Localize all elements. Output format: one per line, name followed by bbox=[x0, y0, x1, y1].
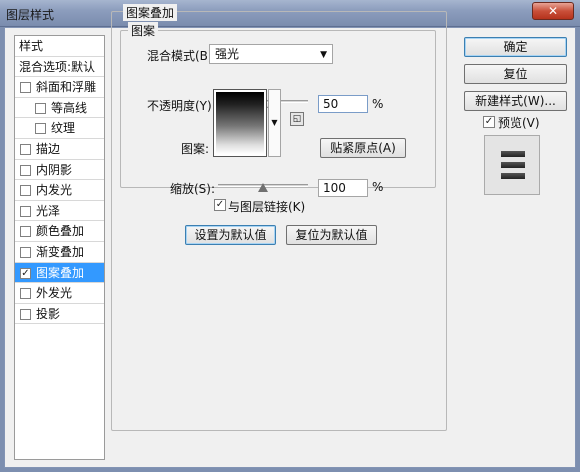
checkmark-icon: ✓ bbox=[215, 199, 225, 210]
new-preset-button[interactable]: ◱ bbox=[290, 112, 304, 126]
style-preview bbox=[484, 135, 540, 195]
preview-bar bbox=[501, 151, 525, 157]
blend-mode-label: 混合模式(B): bbox=[147, 49, 217, 63]
style-item-checkbox[interactable] bbox=[35, 123, 46, 135]
window-title: 图层样式 bbox=[6, 8, 55, 22]
style-item-checkbox[interactable] bbox=[20, 164, 31, 176]
style-item[interactable]: 投影 bbox=[15, 304, 104, 325]
style-item[interactable]: 等高线 bbox=[15, 98, 104, 119]
new-style-button[interactable]: 新建样式(W)... bbox=[464, 91, 567, 111]
style-item[interactable]: 外发光 bbox=[15, 283, 104, 304]
style-item[interactable]: 斜面和浮雕 bbox=[15, 77, 104, 98]
style-item-checkbox[interactable] bbox=[20, 308, 31, 320]
style-item-label: 内阴影 bbox=[36, 162, 73, 177]
style-item-label: 投影 bbox=[36, 306, 61, 321]
style-item[interactable]: 光泽 bbox=[15, 201, 104, 222]
style-item[interactable]: 内发光 bbox=[15, 180, 104, 201]
style-item-checkbox[interactable] bbox=[20, 143, 31, 155]
opacity-input[interactable]: 50 bbox=[318, 95, 368, 113]
scale-input[interactable]: 100 bbox=[318, 179, 368, 197]
preview-label: 预览(V) bbox=[498, 116, 540, 130]
pattern-swatch bbox=[216, 92, 264, 154]
style-item[interactable]: ✓ 图案叠加 bbox=[15, 262, 104, 284]
pattern-dropdown-button[interactable]: ▼ bbox=[268, 89, 281, 157]
style-item[interactable]: 内阴影 bbox=[15, 160, 104, 181]
pattern-picker[interactable] bbox=[213, 89, 267, 157]
style-item-checkbox[interactable] bbox=[35, 102, 46, 114]
checkmark-icon: ✓ bbox=[484, 116, 494, 127]
reset-button[interactable]: 复位 bbox=[464, 64, 567, 84]
style-item-label: 斜面和浮雕 bbox=[36, 80, 97, 95]
preview-bar bbox=[501, 162, 525, 168]
style-item-label: 样式 bbox=[19, 39, 44, 53]
style-item-checkbox[interactable] bbox=[20, 82, 31, 94]
chevron-down-icon: ▼ bbox=[320, 50, 327, 60]
style-item-label: 纹理 bbox=[51, 121, 76, 136]
style-item-label: 等高线 bbox=[51, 100, 88, 115]
group-title: 图案叠加 bbox=[123, 4, 178, 21]
style-item-label: 图案叠加 bbox=[36, 265, 85, 280]
inner-group-title: 图案 bbox=[128, 22, 159, 39]
style-item-label: 颜色叠加 bbox=[36, 224, 85, 239]
style-item-label: 光泽 bbox=[36, 203, 61, 218]
ok-button[interactable]: 确定 bbox=[464, 37, 567, 57]
style-item-checkbox[interactable] bbox=[20, 185, 31, 197]
scale-slider-thumb[interactable] bbox=[258, 183, 268, 192]
style-item-label: 内发光 bbox=[36, 183, 73, 198]
style-item-checkbox[interactable] bbox=[20, 226, 31, 238]
scale-percent: % bbox=[372, 180, 384, 194]
blend-mode-value: 强光 bbox=[215, 47, 240, 61]
preview-checkbox[interactable]: ✓ bbox=[483, 116, 495, 128]
scale-label: 缩放(S): bbox=[170, 182, 216, 196]
link-with-layer-checkbox[interactable]: ✓ bbox=[214, 199, 226, 211]
style-item[interactable]: 混合选项:默认 bbox=[15, 57, 104, 78]
style-item-label: 描边 bbox=[36, 141, 61, 156]
style-item[interactable]: 样式 bbox=[15, 36, 104, 57]
pattern-label: 图案: bbox=[181, 142, 210, 156]
link-with-layer-label: 与图层链接(K) bbox=[228, 200, 306, 214]
close-button[interactable]: ✕ bbox=[532, 2, 574, 20]
style-item-label: 混合选项:默认 bbox=[19, 59, 96, 74]
style-item-checkbox[interactable] bbox=[20, 288, 31, 300]
style-item-checkbox[interactable] bbox=[20, 246, 31, 258]
style-item[interactable]: 纹理 bbox=[15, 118, 104, 139]
set-as-default-button[interactable]: 设置为默认值 bbox=[185, 225, 276, 245]
style-item-checkbox[interactable] bbox=[20, 205, 31, 217]
close-icon: ✕ bbox=[547, 4, 559, 18]
blend-mode-select[interactable]: 强光 ▼ bbox=[209, 44, 333, 64]
style-item[interactable]: 颜色叠加 bbox=[15, 221, 104, 242]
preview-thumbnail bbox=[501, 151, 525, 179]
style-item[interactable]: 渐变叠加 bbox=[15, 242, 104, 263]
style-item-label: 渐变叠加 bbox=[36, 244, 85, 259]
reset-to-default-button[interactable]: 复位为默认值 bbox=[286, 225, 377, 245]
snap-to-origin-button[interactable]: 贴紧原点(A) bbox=[320, 138, 406, 158]
new-preset-icon: ◱ bbox=[292, 114, 302, 124]
preview-bar bbox=[501, 173, 525, 179]
style-item-checkbox[interactable]: ✓ bbox=[20, 267, 31, 279]
opacity-percent: % bbox=[372, 97, 384, 111]
opacity-label: 不透明度(Y): bbox=[147, 99, 216, 113]
style-list: 样式混合选项:默认斜面和浮雕等高线纹理描边内阴影内发光光泽颜色叠加渐变叠加 ✓ 图案… bbox=[14, 35, 105, 460]
chevron-down-icon: ▼ bbox=[271, 118, 278, 127]
style-item-label: 外发光 bbox=[36, 286, 73, 301]
style-item[interactable]: 描边 bbox=[15, 139, 104, 160]
